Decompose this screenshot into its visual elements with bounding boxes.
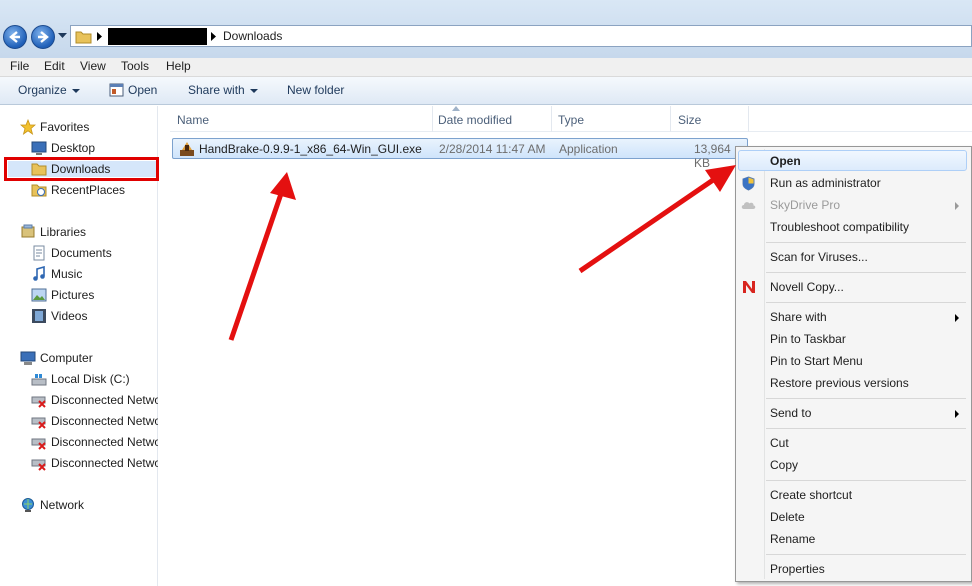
annotation-arrows [228, 165, 736, 341]
red-arrow-to-open [578, 165, 736, 274]
red-arrow-to-file [228, 172, 296, 341]
